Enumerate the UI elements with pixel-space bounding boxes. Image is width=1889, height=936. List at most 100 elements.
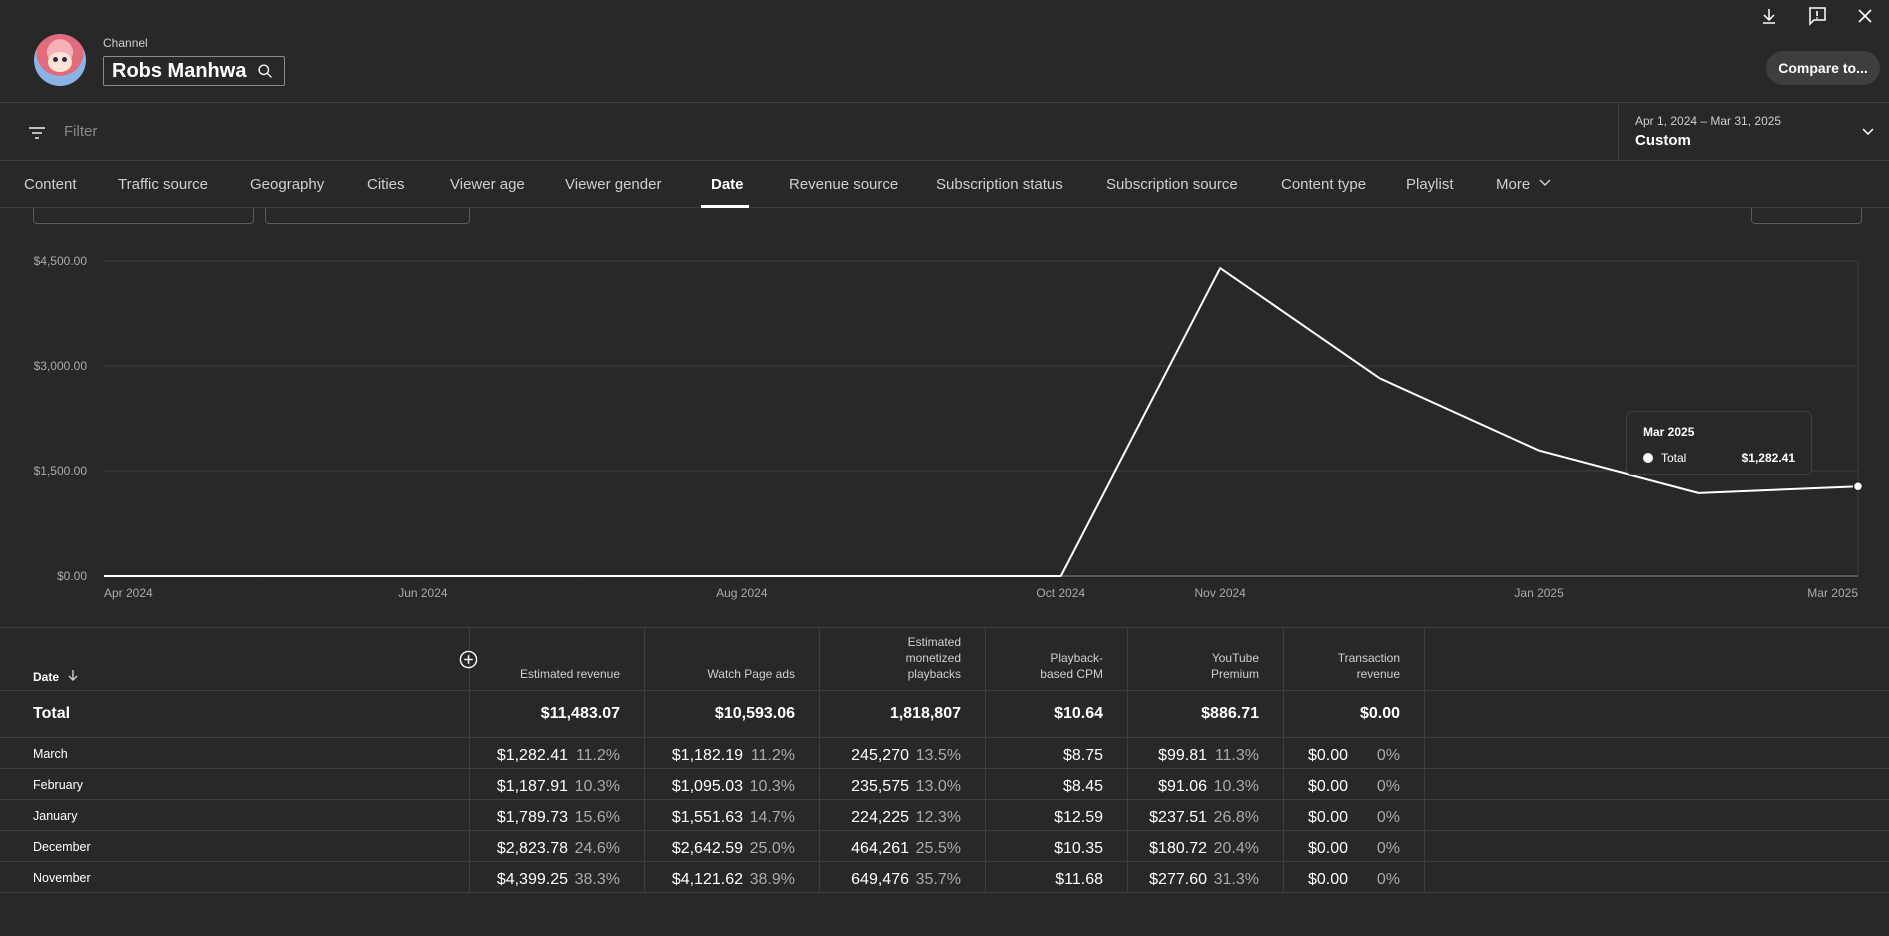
column-divider (469, 738, 470, 768)
tab-content-type[interactable]: Content type (1281, 176, 1366, 193)
tab-playlist[interactable]: Playlist (1406, 176, 1454, 193)
close-icon[interactable] (1851, 2, 1879, 30)
column-header[interactable]: Playback-based CPM (1040, 650, 1103, 682)
chevron-down-icon (1539, 179, 1551, 187)
sort-down-arrow-icon[interactable] (67, 669, 79, 681)
column-header-line: Estimated (907, 635, 961, 649)
cell-percentage: 10.3% (749, 778, 795, 795)
column-divider (469, 769, 470, 799)
cell-value: $1,182.19 (671, 747, 743, 764)
cell-percentage: 24.6% (574, 840, 620, 857)
cell-percentage: 25.5% (915, 840, 961, 857)
total-value: $11,483.07 (540, 705, 620, 722)
column-divider (1283, 862, 1284, 892)
date-column-header[interactable]: Date (33, 669, 79, 684)
download-icon[interactable] (1755, 2, 1783, 30)
table-total-row: Total $11,483.07 $10,593.06 1,818,807 $10.64… (0, 691, 1889, 738)
column-divider (819, 691, 820, 737)
total-value: $10.64 (1054, 705, 1103, 722)
data-table: Date Estimated revenue Watch Page ads Estim… (0, 627, 1889, 893)
total-value: $10,593.06 (714, 705, 795, 722)
row-date-label: December (33, 840, 91, 854)
channel-avatar[interactable] (34, 34, 86, 86)
column-divider (985, 691, 986, 737)
cell-percentage: 12.3% (915, 809, 961, 826)
column-header-line: Premium (1210, 667, 1259, 681)
column-header[interactable]: Watch Page ads (707, 666, 795, 682)
data-point (1852, 480, 1864, 492)
column-header-line: revenue (1356, 667, 1400, 681)
column-header[interactable]: Transaction revenue (1338, 650, 1400, 682)
tab-cities[interactable]: Cities (367, 176, 405, 193)
avatar-eye (53, 57, 58, 62)
series-dot (1643, 453, 1653, 463)
cell-value: $4,121.62 (671, 871, 743, 888)
column-divider (1283, 831, 1284, 861)
total-value: $0.00 (1359, 705, 1400, 722)
x-tick-label: Aug 2024 (716, 586, 768, 600)
column-divider (1283, 800, 1284, 830)
column-header-line: YouTube (1211, 651, 1259, 665)
cell-value: $8.75 (1062, 747, 1103, 764)
tab-viewer-gender[interactable]: Viewer gender (565, 176, 661, 193)
table-row[interactable]: December $2,823.78 24.6% $2,642.59 25.0% 464,… (0, 831, 1889, 862)
column-header[interactable]: Estimated revenue (520, 666, 620, 682)
filter-icon[interactable] (27, 123, 47, 143)
column-divider (1127, 800, 1128, 830)
column-divider (819, 769, 820, 799)
column-divider (1127, 738, 1128, 768)
tab-date[interactable]: Date (711, 176, 744, 193)
compare-button[interactable]: Compare to... (1766, 51, 1880, 85)
cell-value: $1,187.91 (496, 778, 568, 795)
feedback-icon[interactable] (1803, 2, 1831, 30)
column-divider (1424, 862, 1425, 892)
row-date-label: February (33, 778, 84, 792)
y-tick-label: $3,000.00 (34, 359, 88, 373)
cell-value: $8.45 (1062, 778, 1103, 795)
header: Channel Robs Manhwa Compare to... (0, 0, 1889, 103)
tab-content[interactable]: Content (24, 176, 77, 193)
column-divider (469, 691, 470, 737)
table-header-row: Date Estimated revenue Watch Page ads Estim… (0, 628, 1889, 691)
tab-geography[interactable]: Geography (250, 176, 324, 193)
search-icon[interactable] (257, 63, 274, 80)
tab-traffic-source[interactable]: Traffic source (118, 176, 208, 193)
date-range-text: Apr 1, 2024 – Mar 31, 2025 (1635, 114, 1782, 128)
tab-viewer-age[interactable]: Viewer age (450, 176, 525, 193)
column-divider (1283, 769, 1284, 799)
channel-selector[interactable]: Robs Manhwa (103, 56, 285, 86)
column-divider (985, 628, 986, 690)
column-divider (469, 831, 470, 861)
tab-subscription-source[interactable]: Subscription source (1106, 176, 1238, 193)
column-divider (644, 800, 645, 830)
column-divider (1424, 769, 1425, 799)
column-divider (1127, 769, 1128, 799)
column-header-line: Playback- (1050, 651, 1103, 665)
column-header[interactable]: Estimated monetized playbacks (906, 634, 961, 682)
tab-more[interactable]: More (1496, 176, 1552, 193)
column-header-line: playbacks (907, 667, 961, 681)
column-divider (819, 800, 820, 830)
cell-value: $0.00 (1307, 809, 1348, 826)
tab-revenue-source[interactable]: Revenue source (789, 176, 898, 193)
date-range-picker[interactable]: Apr 1, 2024 – Mar 31, 2025 Custom (1618, 104, 1889, 161)
cell-percentage: 14.7% (749, 809, 795, 826)
cell-percentage: 31.3% (1213, 871, 1259, 888)
cell-percentage: 25.0% (749, 840, 795, 857)
cell-value: 245,270 (851, 747, 909, 764)
column-divider (1127, 628, 1128, 690)
column-header[interactable]: YouTube Premium (1211, 650, 1259, 682)
table-row[interactable]: November $4,399.25 38.3% $4,121.62 38.9% 649,… (0, 862, 1889, 893)
table-row[interactable]: January $1,789.73 15.6% $1,551.63 14.7% 224,2… (0, 800, 1889, 831)
column-divider (985, 862, 986, 892)
add-column-icon[interactable] (459, 650, 478, 669)
cell-percentage: 11.3% (1214, 747, 1259, 764)
cell-value: 649,476 (851, 871, 909, 888)
cell-percentage: 10.3% (1213, 778, 1259, 795)
cell-value: $1,551.63 (671, 809, 743, 826)
filter-input[interactable]: Filter (64, 123, 97, 140)
table-row[interactable]: March $1,282.41 11.2% $1,182.19 11.2% 245,270… (0, 738, 1889, 769)
tab-subscription-status[interactable]: Subscription status (936, 176, 1063, 193)
table-row[interactable]: February $1,187.91 10.3% $1,095.03 10.3% 235,… (0, 769, 1889, 800)
cell-value: $4,399.25 (496, 871, 568, 888)
